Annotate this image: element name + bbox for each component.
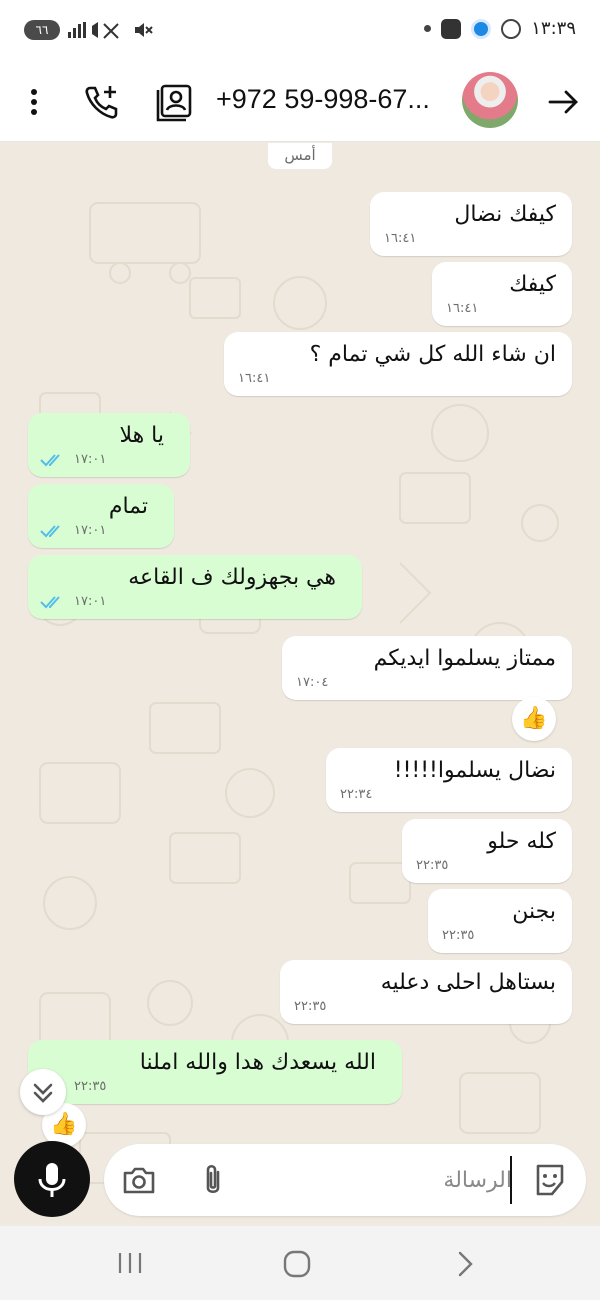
camera-icon[interactable] <box>122 1164 156 1196</box>
message-incoming[interactable]: كيفك ١٦:٤١ <box>432 262 572 326</box>
battery-indicator: ٦٦ <box>24 20 60 40</box>
double-chevron-down-icon <box>33 1083 53 1103</box>
message-incoming[interactable]: كيفك نضال ١٦:٤١ <box>370 192 572 256</box>
status-bar: ٦٦ ١٣:٣٩ <box>0 0 600 62</box>
voice-record-button[interactable] <box>14 1141 90 1217</box>
message-time: ٢٢:٣٥ <box>294 999 327 1014</box>
message-outgoing[interactable]: الله يسعدك هدا والله املنا ٢٢:٣٥ <box>28 1040 402 1104</box>
add-call-icon[interactable] <box>82 82 122 122</box>
nav-back-icon[interactable] <box>452 1249 478 1279</box>
message-time: ١٦:٤١ <box>446 301 479 316</box>
system-nav-bar <box>0 1226 600 1300</box>
message-text: بجنن <box>512 899 556 924</box>
message-text: ان شاء الله كل شي تمام ؟ <box>309 342 556 367</box>
message-incoming[interactable]: بستاهل احلى دعليه ٢٢:٣٥ <box>280 960 572 1024</box>
message-text: كله حلو <box>487 829 556 854</box>
mute-icon <box>135 23 153 37</box>
message-time: ١٦:٤١ <box>238 371 271 386</box>
signal-icon <box>68 22 119 39</box>
message-text: ممتاز يسلموا ايديكم <box>373 646 556 671</box>
read-ticks-icon <box>40 454 60 467</box>
message-text: نضال يسلموا!!!!! <box>393 758 556 783</box>
message-composer <box>104 1144 586 1216</box>
contact-card-icon[interactable] <box>156 82 196 122</box>
message-incoming[interactable]: ان شاء الله كل شي تمام ؟ ١٦:٤١ <box>224 332 572 396</box>
message-outgoing[interactable]: تمام ١٧:٠١ <box>28 484 174 548</box>
read-ticks-icon <box>40 525 60 538</box>
day-chip: أمس <box>268 143 332 169</box>
message-outgoing[interactable]: يا هلا ١٧:٠١ <box>28 413 190 477</box>
message-incoming[interactable]: نضال يسلموا!!!!! ٢٢:٣٤ <box>326 748 572 812</box>
message-text: يا هلا <box>119 423 164 448</box>
whatsapp-icon <box>501 18 522 39</box>
back-arrow-icon[interactable] <box>546 84 582 120</box>
message-text: كيفك نضال <box>454 202 556 227</box>
attach-icon[interactable] <box>198 1162 228 1198</box>
message-text: كيفك <box>509 272 556 297</box>
sticker-icon[interactable] <box>532 1162 568 1198</box>
message-text: تمام <box>108 494 148 519</box>
reaction-thumbs-up[interactable]: 👍 <box>512 697 556 741</box>
microphone-icon <box>38 1163 66 1197</box>
text-caret <box>510 1156 512 1204</box>
chat-area[interactable]: أمس كيفك نضال ١٦:٤١ كيفك ١٦:٤١ ان شاء ال… <box>0 143 600 1223</box>
status-right: ١٣:٣٩ <box>424 18 576 39</box>
message-time: ١٧:٠١ <box>74 452 107 467</box>
scroll-down-button[interactable] <box>20 1069 66 1115</box>
message-time: ١٧:٠١ <box>74 523 107 538</box>
message-outgoing[interactable]: هي بجهزولك ف القاعه ١٧:٠١ <box>28 555 362 619</box>
message-time: ١٧:٠١ <box>74 594 107 609</box>
message-incoming[interactable]: ممتاز يسلموا ايديكم ١٧:٠٤ <box>282 636 572 700</box>
clock: ١٣:٣٩ <box>531 18 576 39</box>
message-time: ١٦:٤١ <box>384 231 417 246</box>
more-vert-icon[interactable] <box>24 86 44 118</box>
avatar[interactable] <box>462 72 518 128</box>
dot-icon <box>424 25 432 32</box>
message-input[interactable] <box>244 1154 512 1206</box>
app-icon <box>471 18 492 39</box>
read-ticks-icon <box>40 596 60 609</box>
app-icon <box>441 18 462 39</box>
message-text: بستاهل احلى دعليه <box>380 970 556 995</box>
status-left: ٦٦ <box>24 20 154 40</box>
contact-title[interactable]: +972 59-998-67... <box>216 84 430 115</box>
chat-header: +972 59-998-67... <box>0 62 600 142</box>
message-time: ٢٢:٣٤ <box>340 787 373 802</box>
message-text: هي بجهزولك ف القاعه <box>128 565 336 590</box>
message-incoming[interactable]: بجنن ٢٢:٣٥ <box>428 889 572 953</box>
message-time: ١٧:٠٤ <box>296 675 329 690</box>
message-time: ٢٢:٣٥ <box>442 928 475 943</box>
recent-apps-icon[interactable] <box>116 1251 144 1275</box>
message-time: ٢٢:٣٥ <box>416 858 449 873</box>
home-icon[interactable] <box>282 1249 312 1279</box>
message-text: الله يسعدك هدا والله املنا <box>139 1050 376 1075</box>
message-incoming[interactable]: كله حلو ٢٢:٣٥ <box>402 819 572 883</box>
message-time: ٢٢:٣٥ <box>74 1079 107 1094</box>
